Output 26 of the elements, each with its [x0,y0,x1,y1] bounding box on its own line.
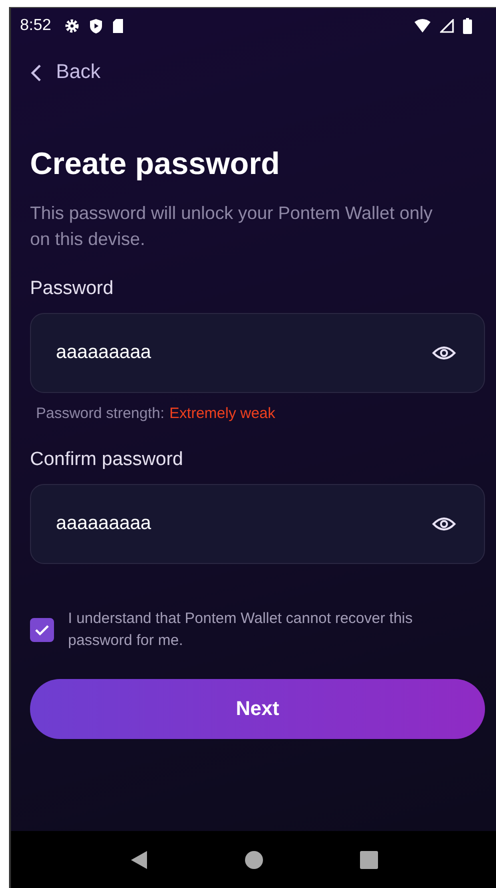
check-icon [34,623,50,637]
agreement-text: I understand that Pontem Wallet cannot recover this password for me. [68,609,414,651]
subtitle-text: This password will unlock your Pontem Wallet only on this devise. [30,202,434,251]
next-button[interactable]: Next [30,679,485,739]
chevron-left-icon [30,64,42,82]
status-time: 8:52 [20,17,52,35]
home-nav-icon[interactable] [244,851,262,869]
password-field[interactable]: aaaaaaaaa [30,313,485,393]
password-field[interactable]: aaaaaaaaa [30,484,485,564]
recents-nav-icon[interactable] [360,851,378,869]
eye-icon[interactable] [432,344,456,362]
field-label: Password [30,278,114,300]
eye-icon[interactable] [432,515,456,533]
signal-icon [440,19,454,33]
back-nav-icon[interactable] [130,850,148,870]
battery-icon [463,18,472,34]
checkbox[interactable] [30,618,54,642]
back-button[interactable]: Back [30,61,100,84]
strength-value: Extremely weak [169,405,276,422]
page-title: Create password [30,146,281,182]
strength-label: Password strength: [36,405,164,422]
gear-icon [64,18,80,34]
sd-card-icon [112,18,124,34]
shield-icon [89,18,104,34]
field-label: Confirm password [30,449,184,471]
wifi-icon [414,19,431,33]
